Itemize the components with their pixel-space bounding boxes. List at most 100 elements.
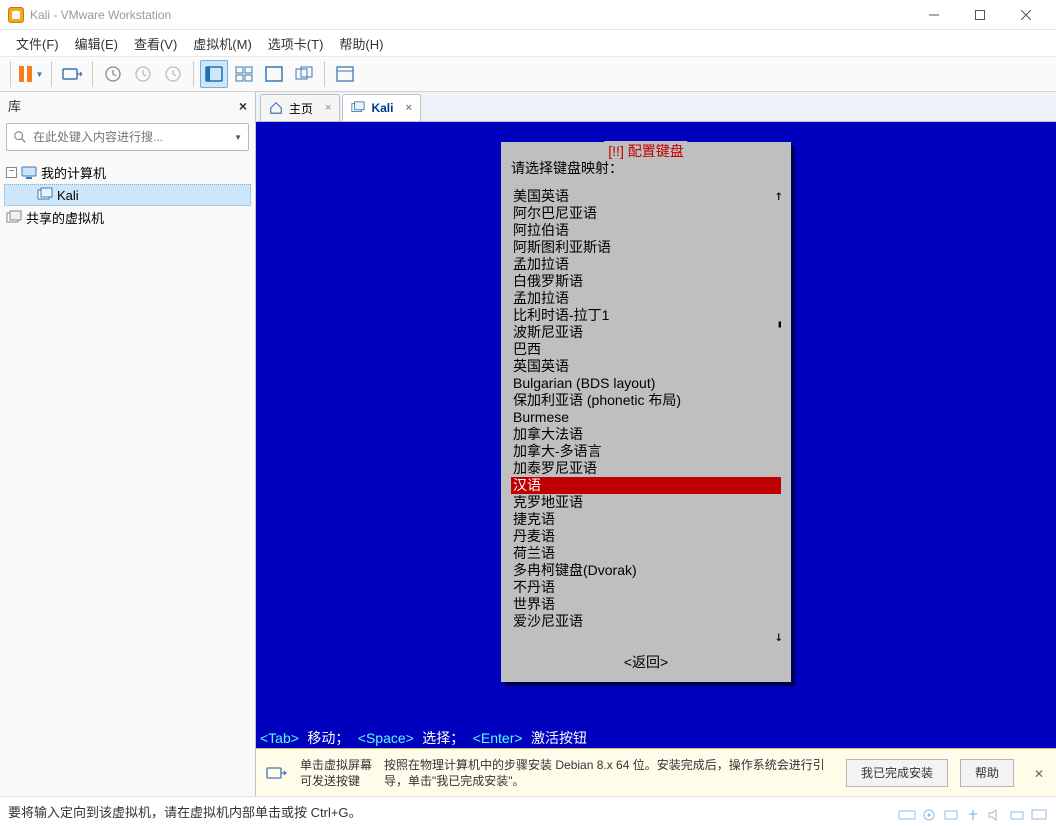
list-item[interactable]: 英国英语 [511,358,781,375]
hdd-icon[interactable] [898,808,916,822]
list-item[interactable]: 加拿大-多语言 [511,443,781,460]
close-tab-button[interactable]: × [405,102,411,114]
vm-console[interactable]: [!!] 配置键盘 请选择键盘映射： ↑ ▮ ↓ 美国英语阿尔巴尼亚语阿拉伯语阿… [256,122,1056,748]
library-button[interactable] [331,60,359,88]
keyboard-send-icon [62,65,82,83]
list-item[interactable]: 爱沙尼亚语 [511,613,781,630]
install-help-button[interactable]: 帮助 [960,759,1014,787]
collapse-icon[interactable]: − [6,167,17,178]
status-bar: 要将输入定向到该虚拟机，请在虚拟机内部单击或按 Ctrl+G。 [0,796,1056,826]
list-item[interactable]: Burmese [511,409,781,426]
list-item[interactable]: 保加利亚语 (phonetic 布局) [511,392,781,409]
tab-home[interactable]: 主页 × [260,94,340,121]
tab-label: Kali [371,101,393,115]
list-item[interactable]: 巴西 [511,341,781,358]
fullscreen-button[interactable] [260,60,288,88]
minimize-button[interactable] [911,1,956,29]
scroll-up-icon: ↑ [775,188,781,205]
installer-back-button[interactable]: <返回> [511,646,781,674]
scroll-thumb-icon: ▮ [777,316,781,333]
unity-button[interactable] [290,60,318,88]
menu-file[interactable]: 文件(F) [8,31,67,56]
revert-snapshot-button[interactable] [129,60,157,88]
menu-bar: 文件(F) 编辑(E) 查看(V) 虚拟机(M) 选项卡(T) 帮助(H) [0,30,1056,56]
display-icon[interactable] [1030,808,1048,822]
list-item[interactable]: 世界语 [511,596,781,613]
cd-icon[interactable] [920,808,938,822]
tab-strip: 主页 × Kali × [256,92,1056,122]
monitor-icon [21,165,37,181]
vmware-icon [8,7,24,23]
tab-label: 主页 [289,100,313,117]
list-item[interactable]: 波斯尼亚语 [511,324,781,341]
menu-tab[interactable]: 选项卡(T) [260,31,332,56]
vm-icon [37,187,53,203]
status-text: 要将输入定向到该虚拟机，请在虚拟机内部单击或按 Ctrl+G。 [8,802,362,821]
library-tree: − 我的计算机 Kali 共享的虚拟机 [0,155,255,235]
close-sidebar-button[interactable]: × [239,98,247,114]
library-search[interactable]: ▼ [6,123,249,151]
list-item[interactable]: 阿拉伯语 [511,222,781,239]
list-item[interactable]: Bulgarian (BDS layout) [511,375,781,392]
device-icons [898,808,1048,822]
menu-vm[interactable]: 虚拟机(M) [185,31,260,56]
helper-text: 单击虚拟屏幕 [300,757,372,773]
list-item[interactable]: 阿斯图利亚斯语 [511,239,781,256]
clock-back-icon [134,65,152,83]
list-item[interactable]: 阿尔巴尼亚语 [511,205,781,222]
library-sidebar: 库 × ▼ − 我的计算机 Kali 共享的虚拟机 [0,92,256,796]
installer-footer-hint: <Tab> 移动； <Space> 选择； <Enter> 激活按钮 [256,728,1056,748]
installer-prompt: 请选择键盘映射： [511,158,781,178]
list-item[interactable]: 美国英语 [511,188,781,205]
snapshot-button[interactable] [99,60,127,88]
close-tab-button[interactable]: × [325,102,331,114]
install-done-button[interactable]: 我已完成安装 [846,759,948,787]
list-item[interactable]: 荷兰语 [511,545,781,562]
suspend-button[interactable]: ▼ [17,60,45,88]
usb-icon[interactable] [964,808,982,822]
search-input[interactable] [33,130,230,144]
list-item[interactable]: 捷克语 [511,511,781,528]
list-item[interactable]: 不丹语 [511,579,781,596]
sound-icon[interactable] [986,808,1004,822]
close-button[interactable] [1003,1,1048,29]
search-icon [13,130,27,144]
list-item[interactable]: 丹麦语 [511,528,781,545]
menu-help[interactable]: 帮助(H) [331,31,391,56]
list-item[interactable]: 汉语 [511,477,781,494]
list-item[interactable]: 孟加拉语 [511,290,781,307]
shared-vm-icon [6,210,22,226]
tree-node-my-computer[interactable]: − 我的计算机 [4,161,251,184]
list-item[interactable]: 孟加拉语 [511,256,781,273]
scroll-down-icon: ↓ [775,629,781,646]
tree-node-kali[interactable]: Kali [4,184,251,206]
list-item[interactable]: 多冉柯键盘(Dvorak) [511,562,781,579]
printer-icon[interactable] [1008,808,1026,822]
maximize-button[interactable] [957,1,1002,29]
menu-edit[interactable]: 编辑(E) [67,31,126,56]
tool-bar: ▼ [0,56,1056,92]
list-item[interactable]: 白俄罗斯语 [511,273,781,290]
tree-label: 共享的虚拟机 [26,208,104,227]
list-item[interactable]: 克罗地亚语 [511,494,781,511]
clock-icon [104,65,122,83]
list-item[interactable]: 加泰罗尼亚语 [511,460,781,477]
list-item[interactable]: 比利时语-拉丁1 [511,307,781,324]
tree-node-shared[interactable]: 共享的虚拟机 [4,206,251,229]
thumbnail-view-button[interactable] [230,60,258,88]
clock-manage-icon [164,65,182,83]
show-console-button[interactable] [200,60,228,88]
window-title: Kali - VMware Workstation [30,8,911,22]
menu-view[interactable]: 查看(V) [126,31,185,56]
snapshot-manager-button[interactable] [159,60,187,88]
tab-kali[interactable]: Kali × [342,94,420,121]
tree-label: 我的计算机 [41,163,106,182]
close-helper-button[interactable]: ✕ [1034,767,1046,779]
installer-dialog: [!!] 配置键盘 请选择键盘映射： ↑ ▮ ↓ 美国英语阿尔巴尼亚语阿拉伯语阿… [501,142,791,682]
network-icon[interactable] [942,808,960,822]
unity-icon [295,66,313,82]
chevron-down-icon[interactable]: ▼ [234,133,242,142]
list-item[interactable]: 加拿大法语 [511,426,781,443]
send-ctrl-alt-del-button[interactable] [58,60,86,88]
keyboard-layout-list[interactable]: ↑ ▮ ↓ 美国英语阿尔巴尼亚语阿拉伯语阿斯图利亚斯语孟加拉语白俄罗斯语孟加拉语… [511,188,781,646]
